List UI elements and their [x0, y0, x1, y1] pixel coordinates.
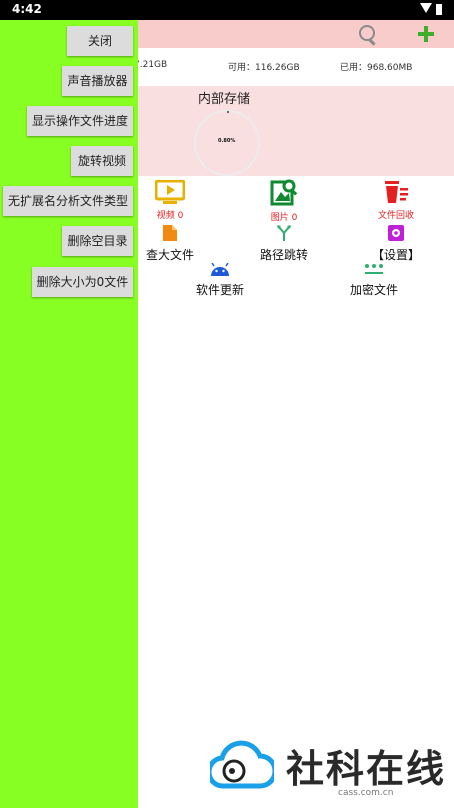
- category-recycle[interactable]: 文件回收: [376, 180, 416, 221]
- status-time: 4:42: [12, 2, 42, 16]
- recycle-bin-icon: [385, 181, 408, 203]
- tool-large-file-label: 查大文件: [145, 248, 194, 262]
- main-content: 7.21GB 可用：116.26GB 已用：968.60MB 内部存储 0.80…: [134, 20, 454, 808]
- category-video-label: 视频 0: [156, 211, 184, 221]
- tool-settings[interactable]: 【设置】: [370, 224, 422, 263]
- top-bar: [138, 20, 454, 48]
- category-video[interactable]: 视频 0: [150, 179, 190, 221]
- settings-icon: [388, 225, 404, 241]
- large-file-icon: [163, 225, 177, 241]
- cloud-logo-icon: [210, 740, 274, 789]
- storage-available: 可用：116.26GB: [228, 63, 300, 73]
- tool-encrypt-file[interactable]: 加密文件: [348, 262, 400, 298]
- tool-large-file[interactable]: 查大文件: [144, 224, 196, 263]
- storage-used: 已用：968.60MB: [340, 63, 413, 73]
- category-recycle-label: 文件回收: [377, 211, 414, 221]
- watermark-domain: cass.com.cn: [338, 788, 394, 798]
- category-image[interactable]: 图片 0: [264, 178, 304, 223]
- watermark: 社科在线 cass.com.cn: [202, 728, 454, 808]
- drawer-close-button[interactable]: 关闭: [67, 26, 133, 56]
- tool-software-update[interactable]: 软件更新: [194, 262, 246, 298]
- tool-settings-label: 【设置】: [371, 248, 420, 262]
- dots-icon: [365, 264, 383, 274]
- drawer-rotate-video-button[interactable]: 旋转视频: [71, 146, 133, 176]
- tool-software-update-label: 软件更新: [195, 283, 244, 297]
- tool-path-jump[interactable]: 路径跳转: [258, 224, 310, 263]
- drawer-audio-player-button[interactable]: 声音播放器: [62, 66, 133, 96]
- category-image-label: 图片 0: [270, 213, 298, 223]
- tool-encrypt-file-label: 加密文件: [349, 283, 398, 297]
- storage-total: 7.21GB: [134, 60, 168, 70]
- side-drawer: 关闭 声音播放器 显示操作文件进度 旋转视频 无扩展名分析文件类型 删除空目录 …: [0, 20, 138, 808]
- drawer-delete-empty-dirs-button[interactable]: 删除空目录: [62, 226, 133, 256]
- drawer-show-progress-button[interactable]: 显示操作文件进度: [27, 106, 133, 136]
- status-bar: 4:42: [0, 0, 454, 20]
- add-icon[interactable]: [416, 24, 436, 44]
- path-jump-icon: [277, 225, 291, 241]
- watermark-brand: 社科在线: [286, 747, 447, 791]
- wifi-icon: [420, 3, 432, 13]
- video-icon: [154, 179, 186, 204]
- storage-summary: 7.21GB 可用：116.26GB 已用：968.60MB: [134, 48, 454, 86]
- image-icon: [270, 179, 298, 206]
- battery-icon: [436, 4, 442, 15]
- drawer-delete-zero-size-button[interactable]: 删除大小为0文件: [32, 267, 133, 297]
- storage-title: 内部存储: [198, 92, 251, 107]
- search-icon[interactable]: [356, 23, 380, 47]
- storage-usage-percent: 0.80%: [218, 138, 236, 144]
- internal-storage-panel[interactable]: 内部存储 0.80%: [138, 86, 454, 176]
- tool-path-jump-label: 路径跳转: [259, 248, 308, 262]
- android-icon: [211, 262, 229, 276]
- drawer-analyze-filetype-button[interactable]: 无扩展名分析文件类型: [3, 186, 133, 216]
